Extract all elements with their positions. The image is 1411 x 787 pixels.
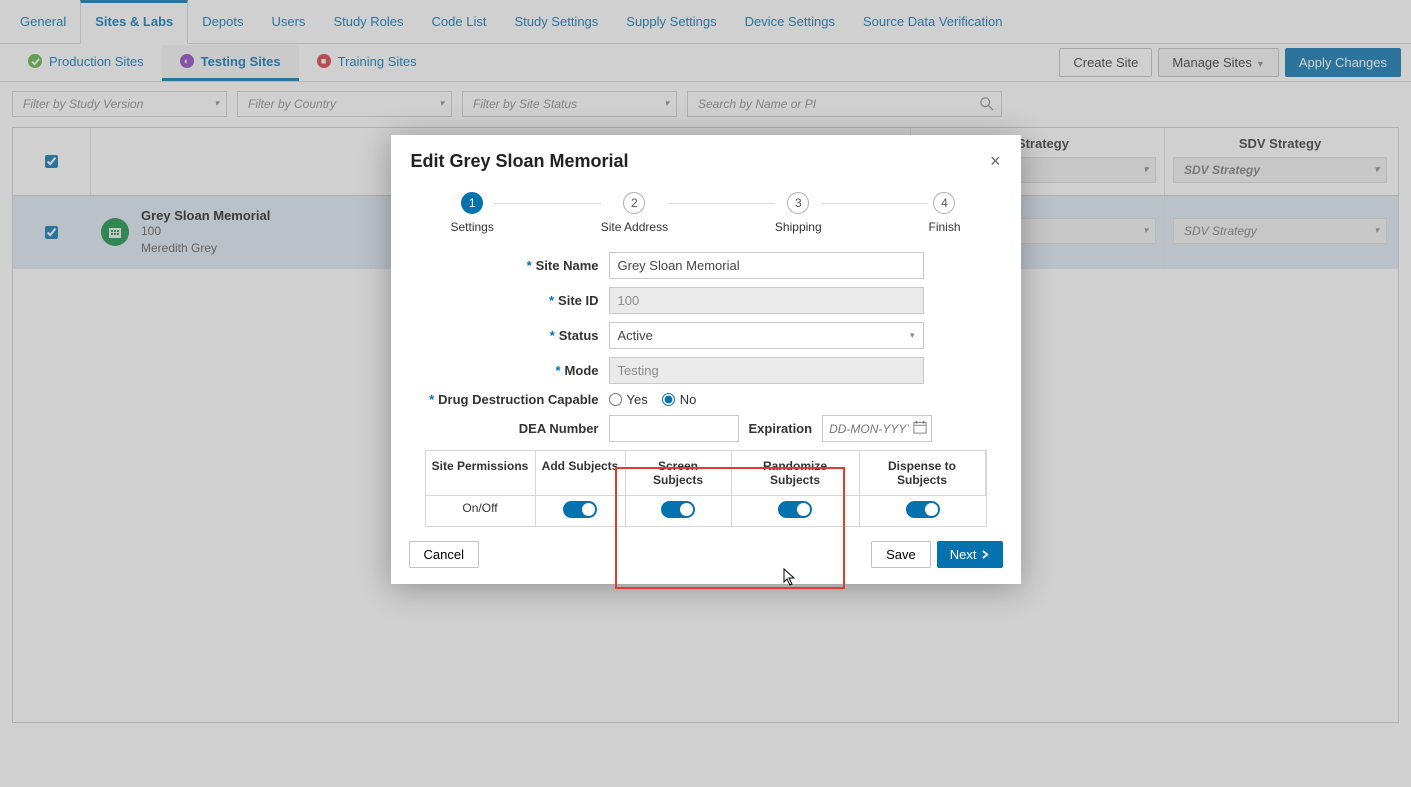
radio-yes[interactable]: Yes	[609, 392, 648, 407]
toggle-add-subjects[interactable]	[563, 501, 597, 518]
modal-overlay: Edit Grey Sloan Memorial × 1Settings 2Si…	[0, 0, 1411, 787]
status-select[interactable]: Active	[609, 322, 924, 349]
modal-header: Edit Grey Sloan Memorial ×	[391, 135, 1021, 186]
label-status: Status	[559, 328, 599, 343]
mode-field: Testing	[609, 357, 924, 384]
perm-header-randomize: Randomize Subjects	[732, 451, 860, 496]
chevron-right-icon	[981, 550, 990, 559]
edit-site-modal: Edit Grey Sloan Memorial × 1Settings 2Si…	[391, 135, 1021, 584]
radio-yes-label: Yes	[627, 392, 648, 407]
cancel-button[interactable]: Cancel	[409, 541, 479, 568]
calendar-icon[interactable]	[913, 420, 927, 437]
permissions-table: Site Permissions Add Subjects Screen Sub…	[425, 450, 987, 527]
next-button-label: Next	[950, 547, 977, 562]
step-label: Finish	[928, 220, 960, 234]
label-expiration: Expiration	[749, 421, 813, 436]
step-site-address[interactable]: 2Site Address	[601, 192, 668, 234]
site-id-field: 100	[609, 287, 924, 314]
step-label: Site Address	[601, 220, 668, 234]
drug-destruction-radios: Yes No	[609, 392, 697, 407]
label-site-id: Site ID	[558, 293, 598, 308]
radio-no[interactable]: No	[662, 392, 697, 407]
toggle-screen-subjects[interactable]	[661, 501, 695, 518]
modal-title: Edit Grey Sloan Memorial	[411, 151, 990, 172]
modal-body: *Site Name *Site ID 100 *Status Active *…	[391, 252, 1021, 527]
next-button[interactable]: Next	[937, 541, 1003, 568]
step-settings[interactable]: 1Settings	[451, 192, 494, 234]
label-dea: DEA Number	[519, 421, 599, 436]
toggle-dispense-subjects[interactable]	[906, 501, 940, 518]
step-shipping[interactable]: 3Shipping	[775, 192, 822, 234]
perm-header-dispense: Dispense to Subjects	[860, 451, 986, 496]
close-icon[interactable]: ×	[990, 151, 1001, 172]
step-label: Shipping	[775, 220, 822, 234]
step-label: Settings	[451, 220, 494, 234]
perm-row-label: On/Off	[426, 496, 536, 526]
label-mode: Mode	[565, 363, 599, 378]
modal-footer: Cancel Save Next	[391, 527, 1021, 584]
perm-header-screen: Screen Subjects	[626, 451, 732, 496]
wizard-steps: 1Settings 2Site Address 3Shipping 4Finis…	[391, 186, 1021, 252]
label-site-name: Site Name	[536, 258, 599, 273]
save-button[interactable]: Save	[871, 541, 931, 568]
perm-header-title: Site Permissions	[426, 451, 536, 496]
label-drug-destruction: Drug Destruction Capable	[438, 392, 598, 407]
step-finish[interactable]: 4Finish	[928, 192, 960, 234]
perm-header-add: Add Subjects	[536, 451, 626, 496]
site-name-field[interactable]	[609, 252, 924, 279]
toggle-randomize-subjects[interactable]	[778, 501, 812, 518]
radio-no-label: No	[680, 392, 697, 407]
dea-number-field[interactable]	[609, 415, 739, 442]
